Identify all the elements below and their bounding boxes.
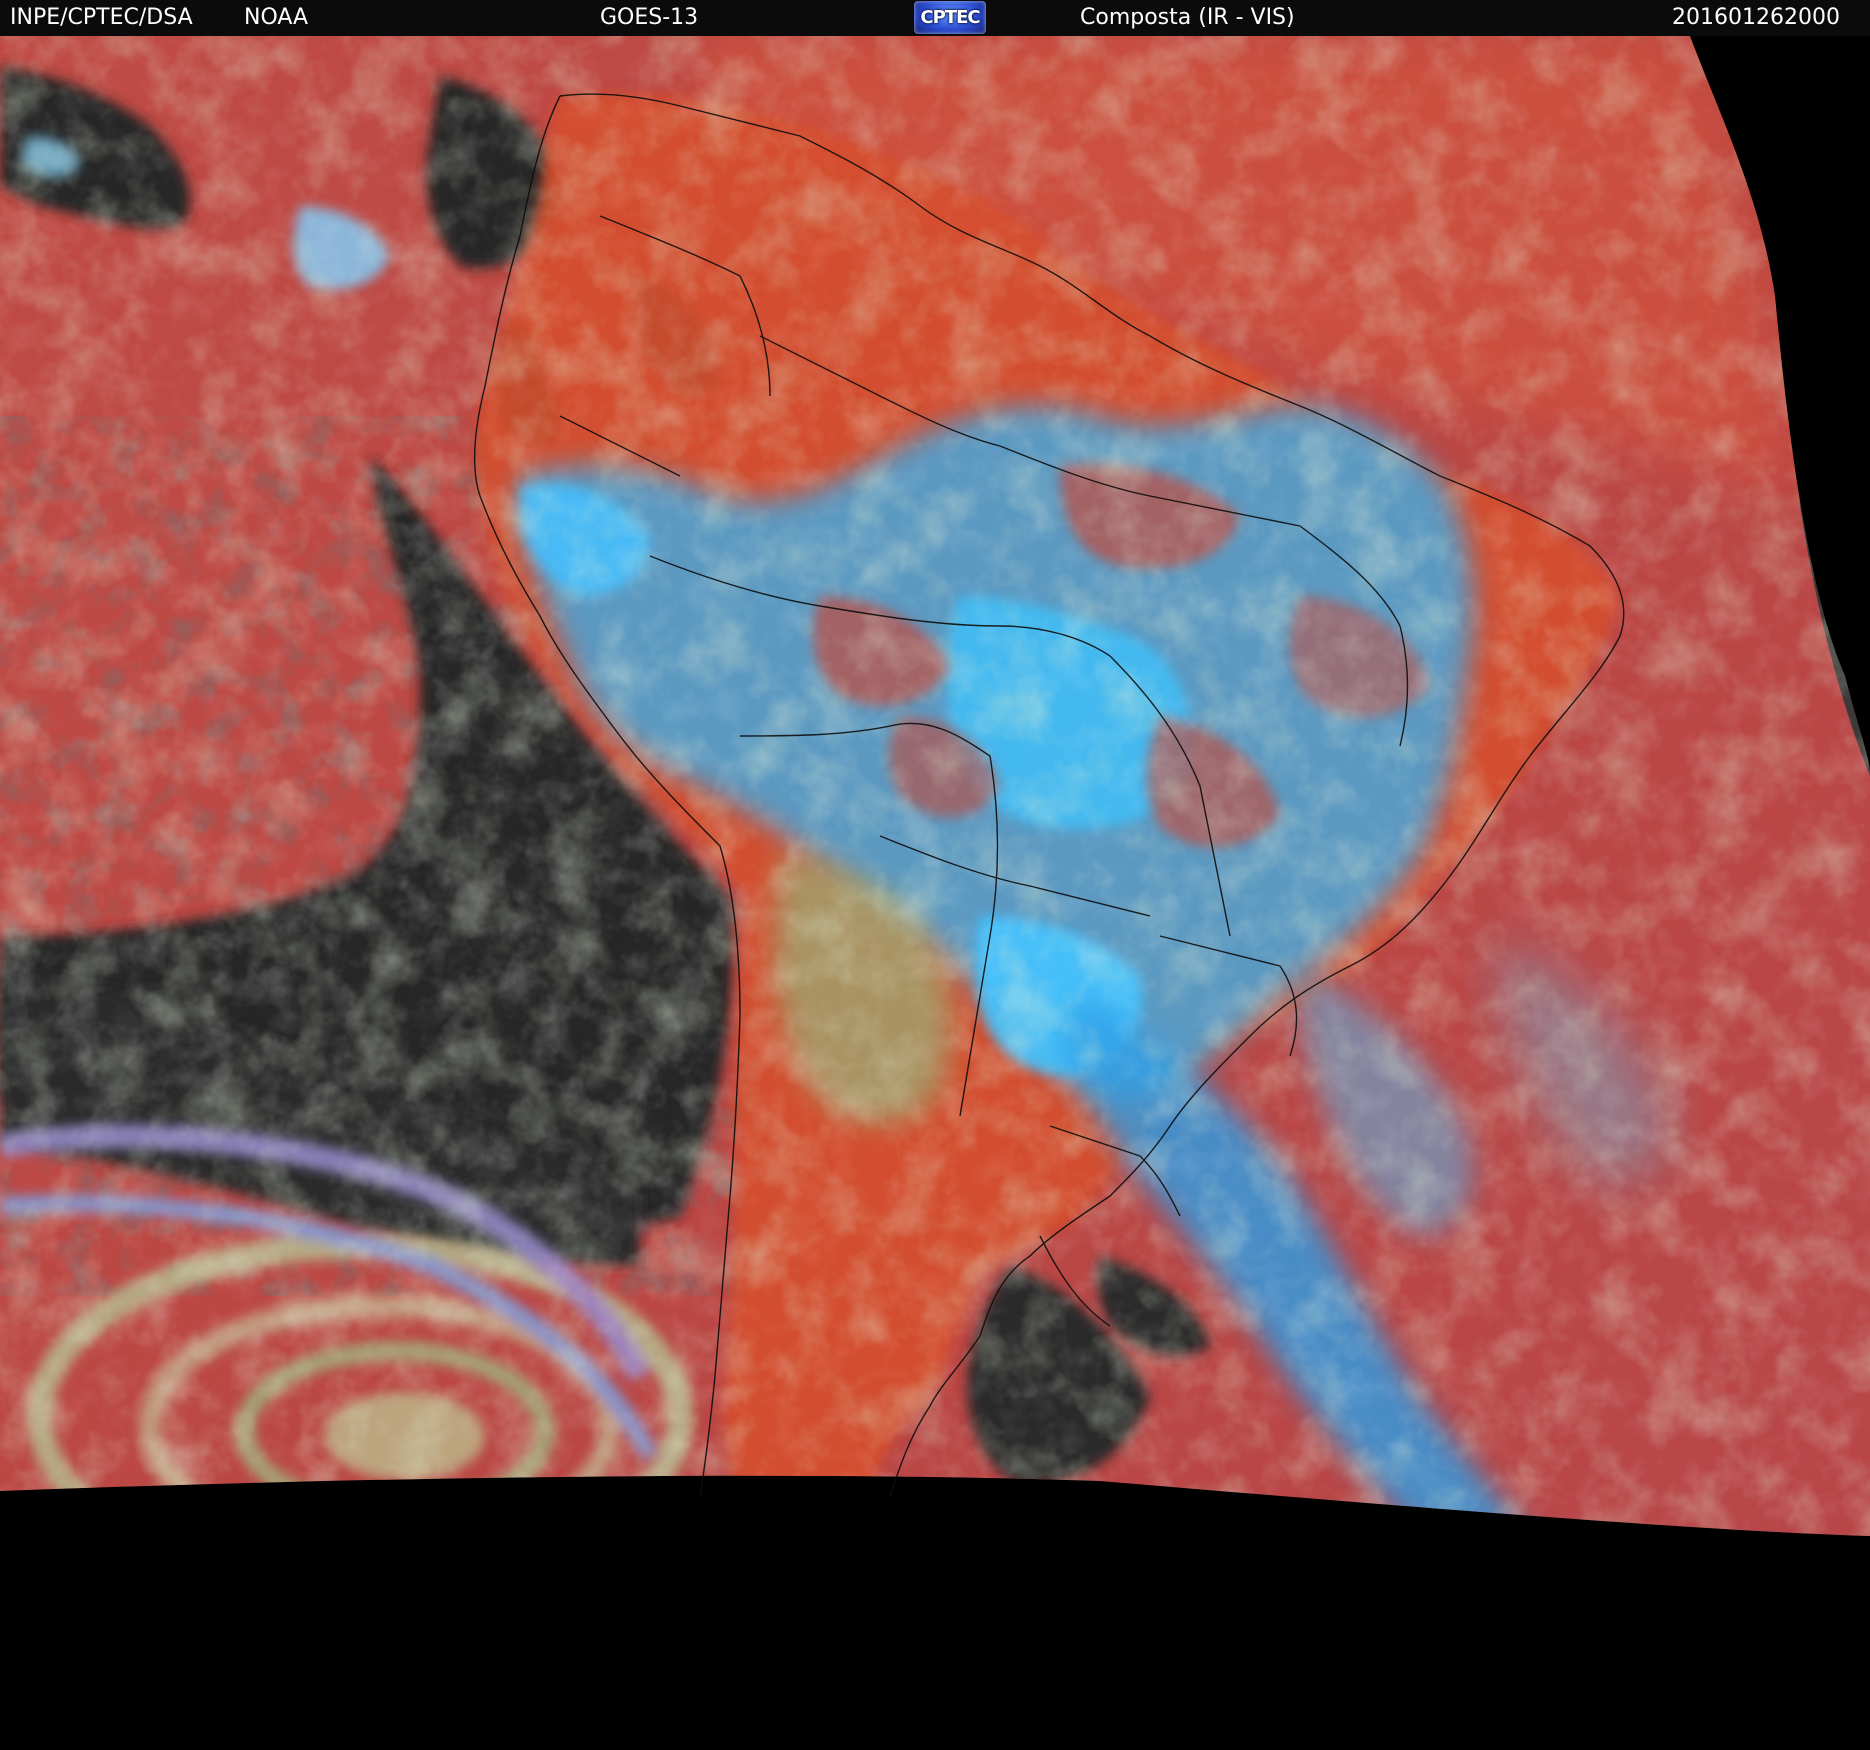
satellite-label: GOES-13 [600,5,699,30]
satellite-image-frame: INPE/CPTEC/DSA NOAA GOES-13 CPTEC Compos… [0,0,1870,1750]
product-label: Composta (IR - VIS) [1080,5,1295,30]
timestamp-label: 201601262000 [1672,5,1840,30]
agency-label: NOAA [244,5,309,30]
image-header-bar: INPE/CPTEC/DSA NOAA GOES-13 CPTEC Compos… [0,0,1870,36]
org-label: INPE/CPTEC/DSA [10,5,193,30]
satellite-composite-image [0,36,1870,1750]
cptec-logo: CPTEC [914,1,986,34]
logo-text: CPTEC [920,7,980,28]
